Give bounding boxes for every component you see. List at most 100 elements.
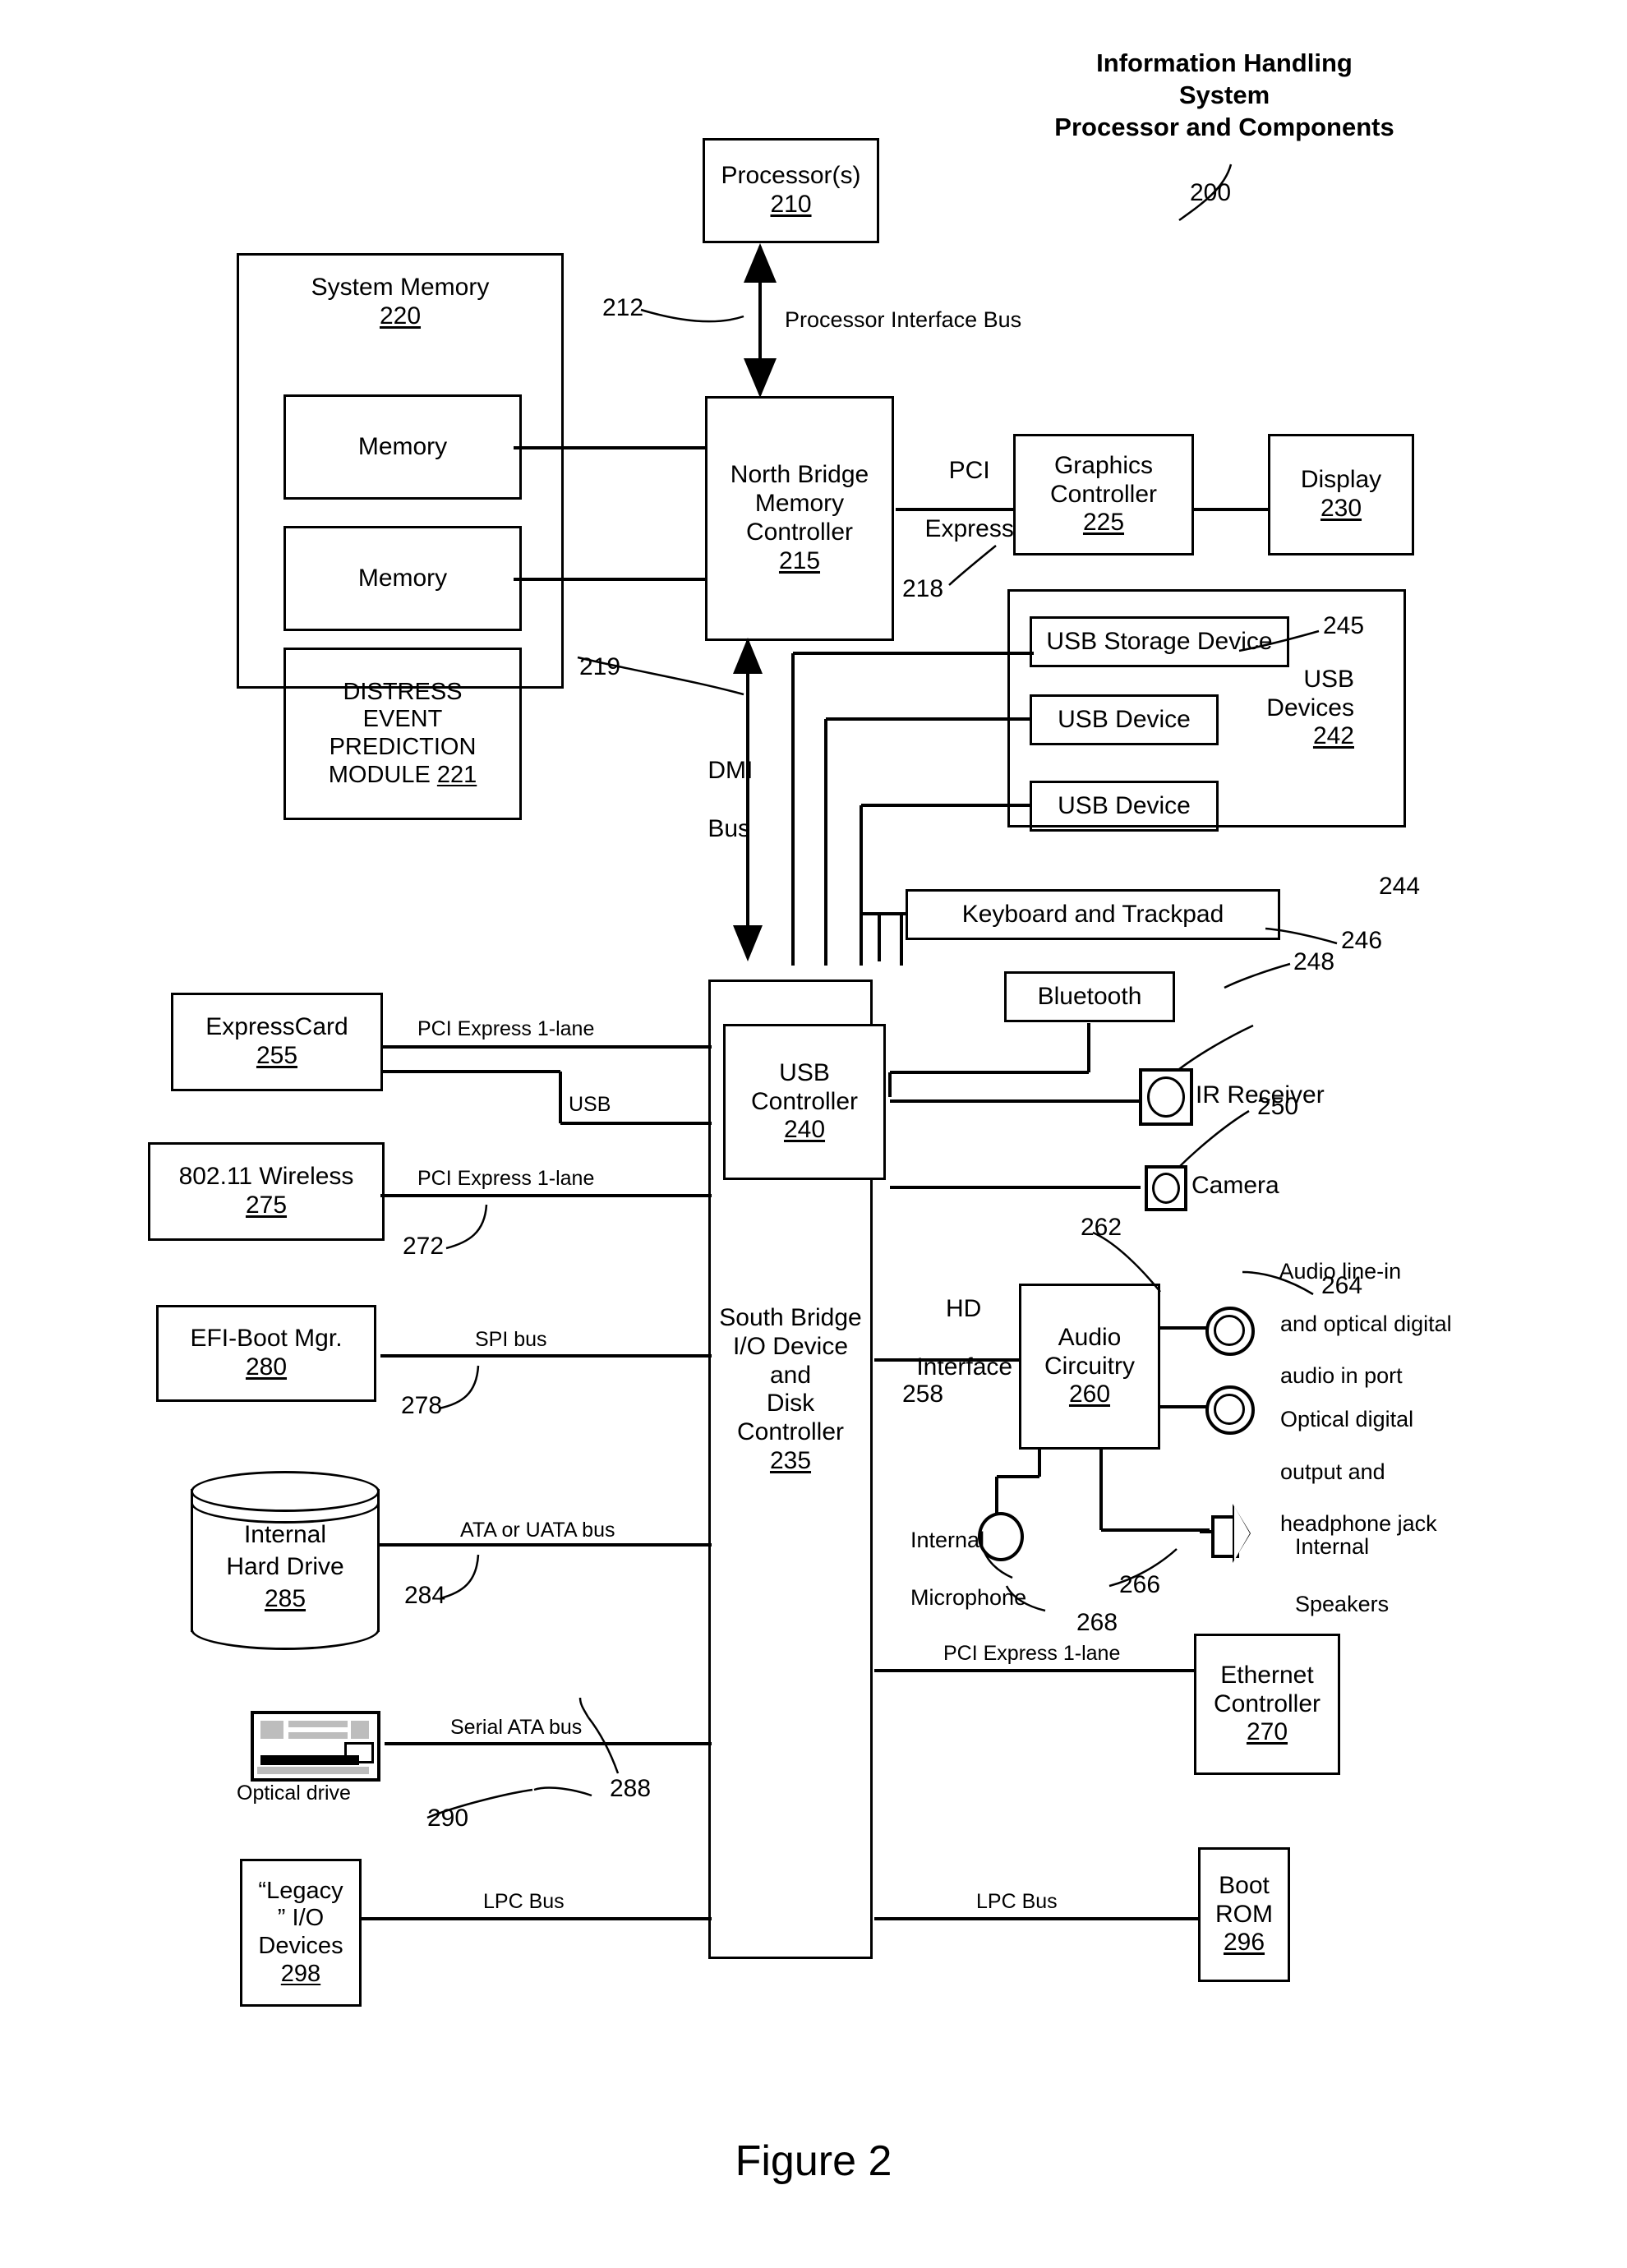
usb-controller-line-1: USB [779, 1058, 830, 1086]
pci-express-label: PCI Express [897, 427, 1014, 573]
figure-title: Information Handling System Processor an… [1011, 48, 1438, 143]
south-bridge-line-5: Controller [736, 1418, 845, 1446]
distress-line-3: PREDICTION [329, 734, 477, 760]
lpc-bus-left-label: LPC Bus [483, 1890, 565, 1913]
optical-drive-icon [251, 1711, 380, 1782]
efi-boot-mgr-ref: 280 [245, 1353, 288, 1381]
optical-out-line-2: output and [1280, 1459, 1385, 1484]
boot-rom-line-1: Boot [1219, 1871, 1270, 1899]
internal-mic-line-1: Internal [910, 1528, 985, 1553]
bluetooth-ref-246: 246 [1341, 927, 1383, 954]
usb-devices-line-1: USB [1303, 665, 1354, 693]
hd-interface-ref-258: 258 [902, 1381, 944, 1408]
internal-speakers-label: Internal Speakers [1270, 1504, 1389, 1648]
figure-caption: Figure 2 [735, 2137, 892, 2185]
north-bridge-memory-controller: North Bridge Memory Controller 215 [705, 396, 894, 641]
north-bridge-line-3: Controller [745, 519, 854, 546]
figure-title-line1: Information Handling [1096, 48, 1353, 77]
optical-digital-out-jack-inner [1214, 1394, 1245, 1425]
expresscard-ref: 255 [256, 1042, 298, 1069]
south-bridge-line-1: South Bridge [719, 1304, 862, 1331]
hard-drive-text: Internal Hard Drive 285 [191, 1519, 380, 1615]
audio-circuitry-ref: 260 [1068, 1381, 1111, 1408]
lpc-bus-right-label: LPC Bus [976, 1890, 1058, 1913]
processor-interface-bus-label: Processor Interface Bus [785, 307, 1022, 332]
sata-bus-ref-288: 288 [610, 1775, 652, 1802]
ethernet-line-1: Ethernet [1220, 1661, 1314, 1689]
ethernet-ref: 270 [1246, 1718, 1288, 1746]
arrowhead-dmi-up [733, 638, 763, 674]
title-ref-200: 200 [1190, 179, 1232, 206]
ir-receiver-icon [1139, 1068, 1193, 1126]
usb-devices-line-2: Devices [1266, 694, 1354, 721]
south-bridge-line-4: Disk [766, 1390, 815, 1418]
audio-circuitry-line-2: Circuitry [1044, 1352, 1135, 1380]
optical-drive-label: Optical drive [237, 1782, 351, 1805]
wireless-pcie-bus-label: PCI Express 1-lane [417, 1167, 595, 1190]
distress-line-2: EVENT [362, 706, 443, 733]
usb-devices-ref: 242 [1312, 722, 1354, 750]
usb-controller-line-2: Controller [750, 1087, 859, 1115]
audio-circuitry-block: Audio Circuitry 260 [1019, 1284, 1160, 1450]
wireless-802-11-block: 802.11 Wireless 275 [148, 1142, 385, 1241]
internal-microphone-label: Internal Microphone [886, 1497, 1026, 1641]
pci-express-ref-218: 218 [902, 575, 944, 602]
internal-speakers-line-2: Speakers [1295, 1592, 1390, 1617]
ethernet-line-2: Controller [1213, 1689, 1321, 1717]
arrowhead-up [744, 243, 777, 283]
display-label: Display [1300, 466, 1382, 494]
optical-drive-ref-290: 290 [427, 1805, 469, 1832]
usb-device-block-1: USB Device [1030, 694, 1219, 745]
ethernet-pcie-bus-label: PCI Express 1-lane [943, 1642, 1121, 1665]
boot-rom-ref: 296 [1223, 1929, 1265, 1957]
processor-ref: 210 [770, 191, 812, 218]
legacy-io-line-2: ” I/O [277, 1905, 325, 1932]
wireless-ref: 275 [245, 1192, 288, 1219]
usb-device-1-label: USB Device [1058, 705, 1191, 733]
camera-ref-250: 250 [1257, 1093, 1299, 1120]
wireless-label: 802.11 Wireless [178, 1163, 354, 1191]
north-bridge-ref: 215 [778, 546, 821, 574]
pci-express-line-2: Express [924, 515, 1014, 543]
internal-mic-line-2: Microphone [910, 1585, 1027, 1611]
memory-1-label: Memory [357, 432, 448, 460]
processor-label: Processor(s) [721, 162, 861, 190]
usb-devices-group-ref-244: 244 [1379, 873, 1421, 900]
internal-speakers-line-1: Internal [1295, 1534, 1370, 1560]
internal-speakers-ref-266: 266 [1119, 1571, 1161, 1598]
display-block: Display 230 [1268, 434, 1414, 555]
distress-line-1: DISTRESS [343, 678, 463, 705]
legacy-io-line-3: Devices [258, 1933, 343, 1959]
south-bridge-line-3: and [769, 1361, 812, 1389]
graphics-controller-block: Graphics Controller 225 [1013, 434, 1194, 555]
memory-2-label: Memory [357, 564, 448, 592]
expresscard-label: ExpressCard [205, 1013, 348, 1041]
memory-block-1: Memory [283, 394, 522, 500]
patent-figure-canvas: Information Handling System Processor an… [0, 0, 1627, 2268]
pci-express-line-1: PCI [948, 457, 990, 485]
hard-drive-ref: 285 [264, 1585, 307, 1612]
sata-bus-label: Serial ATA bus [450, 1716, 583, 1739]
expresscard-usb-bus-label: USB [569, 1093, 611, 1116]
internal-hard-drive-icon: Internal Hard Drive 285 [191, 1471, 380, 1650]
hd-interface-line-2: Interface [916, 1353, 1013, 1381]
audio-line-in-ref-262: 262 [1081, 1214, 1122, 1241]
distress-line-4: MODULE 221 [328, 761, 477, 788]
camera-label: Camera [1191, 1172, 1279, 1199]
distress-module-ref: 221 [436, 761, 477, 788]
ethernet-controller-block: Ethernet Controller 270 [1194, 1634, 1340, 1775]
south-bridge-ref: 235 [769, 1446, 812, 1474]
audio-line-in-jack-inner [1214, 1315, 1245, 1346]
dmi-bus-ref-219: 219 [579, 653, 621, 680]
system-memory-label: System Memory [311, 274, 490, 301]
memory-block-2: Memory [283, 526, 522, 631]
audio-line-in-line-2: and optical digital [1280, 1311, 1452, 1336]
expresscard-pcie-bus-label: PCI Express 1-lane [417, 1017, 595, 1040]
figure-title-line3: Processor and Components [1054, 112, 1394, 141]
bluetooth-block: Bluetooth [1004, 971, 1175, 1022]
usb-storage-label: USB Storage Device [1046, 627, 1273, 655]
ata-bus-ref-284: 284 [404, 1582, 446, 1609]
hard-drive-line-1: Internal [243, 1521, 327, 1548]
usb-controller-ref: 240 [783, 1116, 826, 1144]
ata-bus-label: ATA or UATA bus [460, 1519, 615, 1542]
